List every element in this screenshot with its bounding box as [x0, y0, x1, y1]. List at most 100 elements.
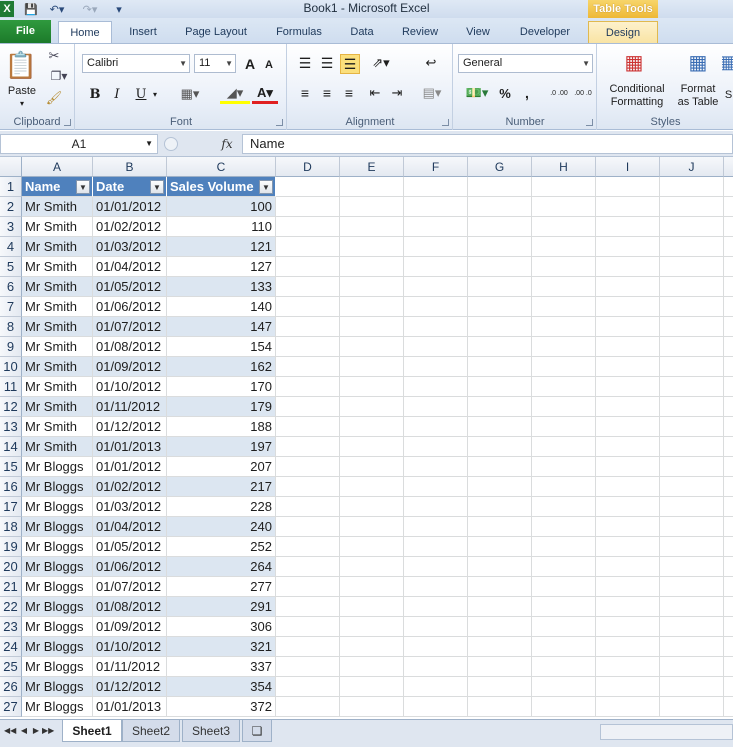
- empty-cell[interactable]: [276, 177, 340, 197]
- empty-cell[interactable]: [276, 397, 340, 417]
- empty-cell[interactable]: [532, 277, 596, 297]
- first-sheet-icon[interactable]: ◀◀: [4, 724, 16, 738]
- font-color-icon[interactable]: A▾: [252, 84, 278, 104]
- empty-cell[interactable]: [468, 577, 532, 597]
- format-painter-icon[interactable]: 🖌: [46, 90, 63, 106]
- table-cell-date[interactable]: 01/06/2012: [93, 557, 167, 577]
- cut-icon[interactable]: ✂: [46, 48, 62, 64]
- row-header[interactable]: 23: [0, 617, 22, 637]
- table-cell-name[interactable]: Mr Smith: [22, 297, 93, 317]
- table-cell-name[interactable]: Mr Bloggs: [22, 597, 93, 617]
- increase-decimal-button[interactable]: .0 .00: [548, 84, 570, 102]
- table-cell-sales-volume[interactable]: 306: [167, 617, 276, 637]
- table-cell-sales-volume[interactable]: 277: [167, 577, 276, 597]
- column-header-a[interactable]: A: [22, 157, 93, 177]
- empty-cell[interactable]: [596, 417, 660, 437]
- cell-styles-label[interactable]: S: [724, 88, 733, 101]
- font-name-box[interactable]: Calibri ▼: [82, 54, 190, 73]
- empty-cell[interactable]: [468, 477, 532, 497]
- table-cell-date[interactable]: 01/10/2012: [93, 637, 167, 657]
- copy-icon[interactable]: ❐▾: [46, 68, 72, 84]
- row-header[interactable]: 21: [0, 577, 22, 597]
- empty-cell[interactable]: [660, 497, 724, 517]
- empty-cell[interactable]: [532, 337, 596, 357]
- table-cell-date[interactable]: 01/05/2012: [93, 277, 167, 297]
- table-cell-sales-volume[interactable]: 179: [167, 397, 276, 417]
- empty-cell[interactable]: [276, 377, 340, 397]
- table-cell-date[interactable]: 01/11/2012: [93, 397, 167, 417]
- empty-cell[interactable]: [468, 537, 532, 557]
- accounting-format-icon[interactable]: 💵▾: [462, 84, 492, 102]
- table-cell-date[interactable]: 01/12/2012: [93, 417, 167, 437]
- empty-cell[interactable]: [660, 517, 724, 537]
- align-center-icon[interactable]: ≡: [318, 84, 336, 102]
- empty-cell[interactable]: [660, 677, 724, 697]
- column-header-d[interactable]: D: [276, 157, 340, 177]
- empty-cell[interactable]: [724, 477, 733, 497]
- empty-cell[interactable]: [596, 437, 660, 457]
- next-sheet-icon[interactable]: ▶: [30, 724, 42, 738]
- table-cell-name[interactable]: Mr Smith: [22, 437, 93, 457]
- table-cell-sales-volume[interactable]: 291: [167, 597, 276, 617]
- table-cell-name[interactable]: Mr Smith: [22, 417, 93, 437]
- row-header[interactable]: 6: [0, 277, 22, 297]
- empty-cell[interactable]: [660, 577, 724, 597]
- tab-data[interactable]: Data: [340, 21, 384, 43]
- sheet-tab-sheet1[interactable]: Sheet1: [62, 720, 122, 742]
- row-header[interactable]: 17: [0, 497, 22, 517]
- empty-cell[interactable]: [340, 637, 404, 657]
- empty-cell[interactable]: [468, 617, 532, 637]
- middle-align-icon[interactable]: ☰: [318, 54, 336, 72]
- empty-cell[interactable]: [532, 177, 596, 197]
- empty-cell[interactable]: [340, 317, 404, 337]
- empty-cell[interactable]: [276, 197, 340, 217]
- empty-cell[interactable]: [724, 297, 733, 317]
- table-cell-sales-volume[interactable]: 133: [167, 277, 276, 297]
- empty-cell[interactable]: [724, 597, 733, 617]
- fill-color-icon[interactable]: ◢▾: [220, 84, 250, 104]
- empty-cell[interactable]: [468, 517, 532, 537]
- table-cell-date[interactable]: 01/10/2012: [93, 377, 167, 397]
- empty-cell[interactable]: [340, 217, 404, 237]
- table-cell-sales-volume[interactable]: 140: [167, 297, 276, 317]
- column-header-i[interactable]: I: [596, 157, 660, 177]
- alignment-launcher-icon[interactable]: [442, 119, 449, 126]
- table-cell-sales-volume[interactable]: 110: [167, 217, 276, 237]
- table-cell-name[interactable]: Mr Smith: [22, 337, 93, 357]
- empty-cell[interactable]: [276, 677, 340, 697]
- table-header-name[interactable]: Name ▼: [22, 177, 93, 197]
- empty-cell[interactable]: [468, 177, 532, 197]
- horizontal-scrollbar[interactable]: [600, 724, 733, 740]
- conditional-formatting-label-1[interactable]: Conditional: [602, 82, 672, 95]
- tab-home[interactable]: Home: [58, 21, 112, 45]
- font-launcher-icon[interactable]: [276, 119, 283, 126]
- empty-cell[interactable]: [340, 417, 404, 437]
- empty-cell[interactable]: [340, 277, 404, 297]
- table-cell-date[interactable]: 01/08/2012: [93, 597, 167, 617]
- row-header[interactable]: 15: [0, 457, 22, 477]
- table-cell-name[interactable]: Mr Bloggs: [22, 577, 93, 597]
- empty-cell[interactable]: [340, 437, 404, 457]
- empty-cell[interactable]: [340, 617, 404, 637]
- empty-cell[interactable]: [276, 457, 340, 477]
- empty-cell[interactable]: [340, 677, 404, 697]
- empty-cell[interactable]: [660, 317, 724, 337]
- empty-cell[interactable]: [404, 537, 468, 557]
- row-header[interactable]: 19: [0, 537, 22, 557]
- empty-cell[interactable]: [340, 237, 404, 257]
- empty-cell[interactable]: [340, 577, 404, 597]
- empty-cell[interactable]: [596, 237, 660, 257]
- empty-cell[interactable]: [340, 477, 404, 497]
- empty-cell[interactable]: [340, 497, 404, 517]
- empty-cell[interactable]: [340, 517, 404, 537]
- empty-cell[interactable]: [724, 457, 733, 477]
- font-size-box[interactable]: 11 ▼: [194, 54, 236, 73]
- empty-cell[interactable]: [660, 357, 724, 377]
- table-cell-name[interactable]: Mr Smith: [22, 237, 93, 257]
- empty-cell[interactable]: [724, 557, 733, 577]
- empty-cell[interactable]: [276, 357, 340, 377]
- align-left-icon[interactable]: ≡: [296, 84, 314, 102]
- row-header[interactable]: 5: [0, 257, 22, 277]
- empty-cell[interactable]: [532, 617, 596, 637]
- empty-cell[interactable]: [724, 177, 733, 197]
